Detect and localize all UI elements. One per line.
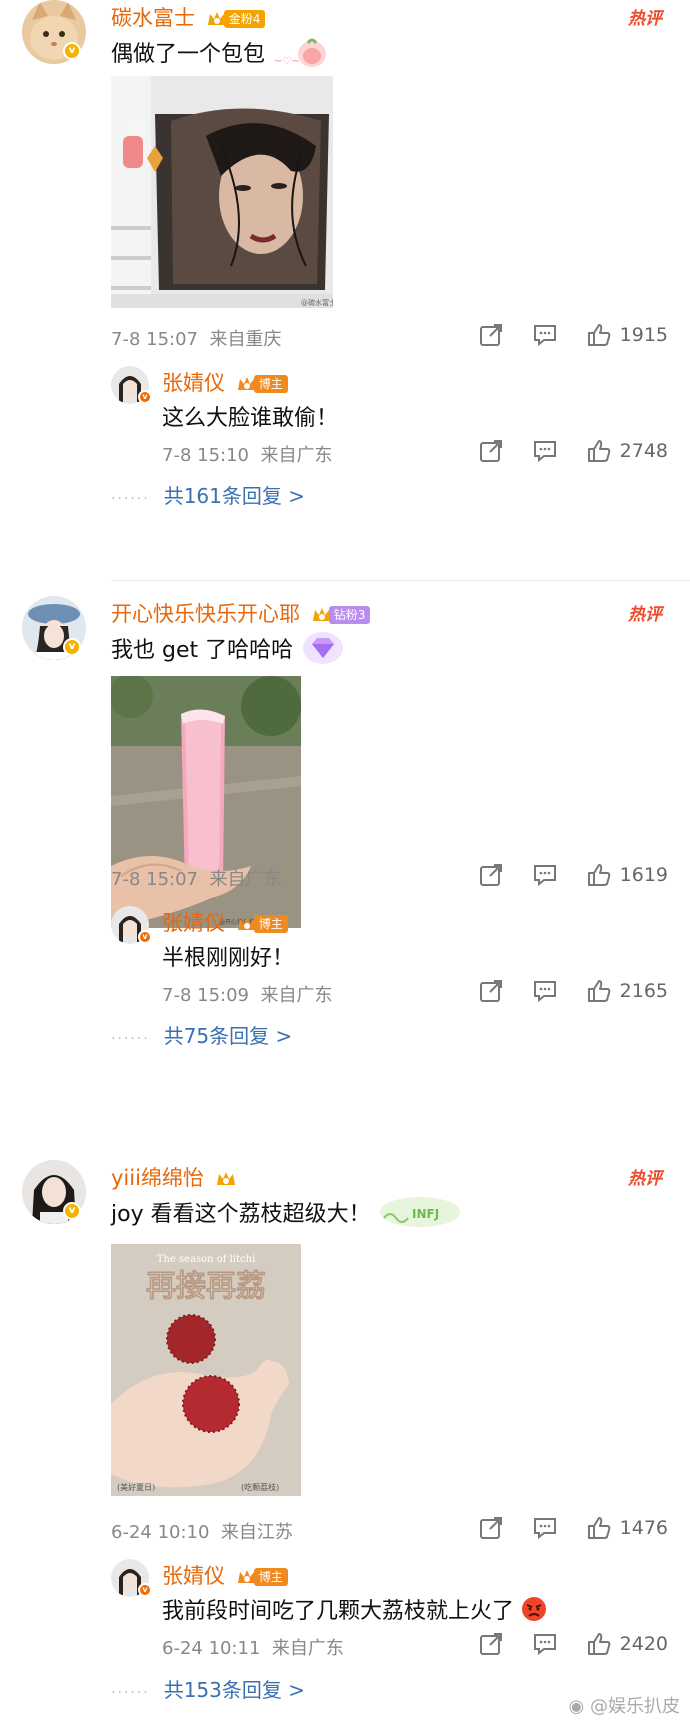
comment-icon[interactable] — [532, 1631, 558, 1657]
reply-meta: 7-8 15:10 来自广东 — [162, 445, 333, 466]
comment-1: v 碳水富士 金粉4 热评 偶做了一个包包 ~♡~ @碳水富士 7-8 15:0… — [0, 0, 690, 520]
comment-meta: 6-24 10:10 来自江苏 — [111, 1522, 293, 1543]
reply-username[interactable]: 张婧仪 博主 — [162, 907, 288, 937]
hot-comment-tag: 热评 — [628, 605, 662, 625]
verified-icon: v — [138, 930, 152, 944]
comment-3: v yiii绵绵怡 热评 joy 看看这个荔枝超级大！ INFJ The sea… — [0, 1160, 690, 1724]
share-icon[interactable] — [478, 322, 504, 348]
image-tag-left: (美好夏日) — [117, 1482, 155, 1492]
comment-icon[interactable] — [532, 862, 558, 888]
diamond-sticker-icon — [300, 630, 346, 672]
view-more-replies-link[interactable]: ······ 共75条回复 > — [111, 1020, 292, 1049]
comment-image[interactable]: The season of litchi 再接再荔 (美好夏日) (吃颗荔枝) — [111, 1244, 301, 1496]
like-count: 2165 — [619, 980, 668, 1002]
like-icon[interactable] — [586, 1631, 612, 1657]
reply-actions: 2165 — [450, 978, 668, 1004]
verified-icon: v — [63, 1202, 81, 1220]
comment-icon[interactable] — [532, 1515, 558, 1541]
comment-meta: 7-8 15:07 来自广东 — [111, 869, 282, 890]
comment-icon[interactable] — [532, 322, 558, 348]
like-count: 2748 — [619, 440, 668, 462]
divider — [111, 580, 690, 581]
like-icon[interactable] — [586, 322, 612, 348]
svg-text:~♡~: ~♡~ — [274, 56, 300, 67]
hot-comment-tag: 热评 — [628, 9, 662, 29]
comment-username[interactable]: yiii绵绵怡 — [111, 1162, 237, 1192]
share-icon[interactable] — [478, 862, 504, 888]
image-tag-right: (吃颗荔枝) — [241, 1482, 279, 1492]
fan-badge — [215, 1169, 237, 1189]
comment-actions: 1476 — [450, 1515, 668, 1541]
like-icon[interactable] — [586, 978, 612, 1004]
share-icon[interactable] — [478, 1515, 504, 1541]
weibo-watermark: ◉ @娱乐扒皮 — [568, 1696, 680, 1717]
role-badge: 博主 — [236, 374, 288, 394]
like-icon[interactable] — [586, 1515, 612, 1541]
comment-meta: 7-8 15:07 来自重庆 — [111, 329, 282, 350]
reply-meta: 7-8 15:09 来自广东 — [162, 985, 333, 1006]
svg-text:INFJ: INFJ — [412, 1207, 439, 1221]
view-more-replies-link[interactable]: ······ 共153条回复 > — [111, 1674, 305, 1703]
reply-meta: 6-24 10:11 来自广东 — [162, 1638, 344, 1659]
image-subtitle: The season of litchi — [157, 1254, 256, 1265]
hot-comment-tag: 热评 — [628, 1169, 662, 1189]
reply-username[interactable]: 张婧仪 博主 — [162, 1560, 288, 1590]
comment-icon[interactable] — [532, 978, 558, 1004]
comment-actions: 1915 — [450, 322, 668, 348]
weibo-logo-icon: ◉ — [568, 1696, 585, 1717]
verified-icon: v — [63, 638, 81, 656]
angry-emoji-icon — [521, 1596, 547, 1628]
reply-text: 这么大脸谁敢偷！ — [162, 406, 339, 431]
reply-text: 我前段时间吃了几颗大荔枝就上火了 — [162, 1593, 547, 1628]
comment-username[interactable]: 碳水富士 金粉4 — [111, 2, 266, 32]
fan-badge: 金粉4 — [206, 9, 266, 29]
role-badge: 博主 — [236, 914, 288, 934]
share-icon[interactable] — [478, 1631, 504, 1657]
comment-text: joy 看看这个荔枝超级大！ INFJ — [111, 1194, 462, 1236]
comment-actions: 1619 — [450, 862, 668, 888]
share-icon[interactable] — [478, 978, 504, 1004]
fan-badge: 钻粉3 — [311, 605, 371, 625]
reply-text: 半根刚刚好！ — [162, 946, 295, 971]
comment-text: 偶做了一个包包 ~♡~ — [111, 34, 332, 76]
comment-2: v 开心快乐快乐开心耶 钻粉3 热评 我也 get 了哈哈哈 @开心快乐快乐开心… — [0, 596, 690, 1126]
like-count: 1915 — [619, 324, 668, 346]
peach-sticker-icon: ~♡~ — [272, 34, 332, 76]
like-count: 1476 — [619, 1517, 668, 1539]
comment-text: 我也 get 了哈哈哈 — [111, 630, 346, 672]
image-watermark: @碳水富士 — [301, 298, 333, 307]
verified-icon: v — [63, 42, 81, 60]
reply-actions: 2420 — [450, 1631, 668, 1657]
like-icon[interactable] — [586, 438, 612, 464]
role-badge: 博主 — [236, 1567, 288, 1587]
reply-username[interactable]: 张婧仪 博主 — [162, 367, 288, 397]
verified-icon: v — [138, 1583, 152, 1597]
crown-icon — [216, 1172, 235, 1185]
verified-icon: v — [138, 390, 152, 404]
comment-username[interactable]: 开心快乐快乐开心耶 钻粉3 — [111, 598, 371, 628]
infj-sticker-icon: INFJ — [378, 1194, 462, 1236]
share-icon[interactable] — [478, 438, 504, 464]
view-more-replies-link[interactable]: ······ 共161条回复 > — [111, 480, 305, 509]
reply-actions: 2748 — [450, 438, 668, 464]
like-icon[interactable] — [586, 862, 612, 888]
like-count: 1619 — [619, 864, 668, 886]
like-count: 2420 — [619, 1633, 668, 1655]
comment-image[interactable]: @碳水富士 — [111, 76, 333, 308]
image-title: 再接再荔 — [146, 1269, 266, 1304]
comment-icon[interactable] — [532, 438, 558, 464]
